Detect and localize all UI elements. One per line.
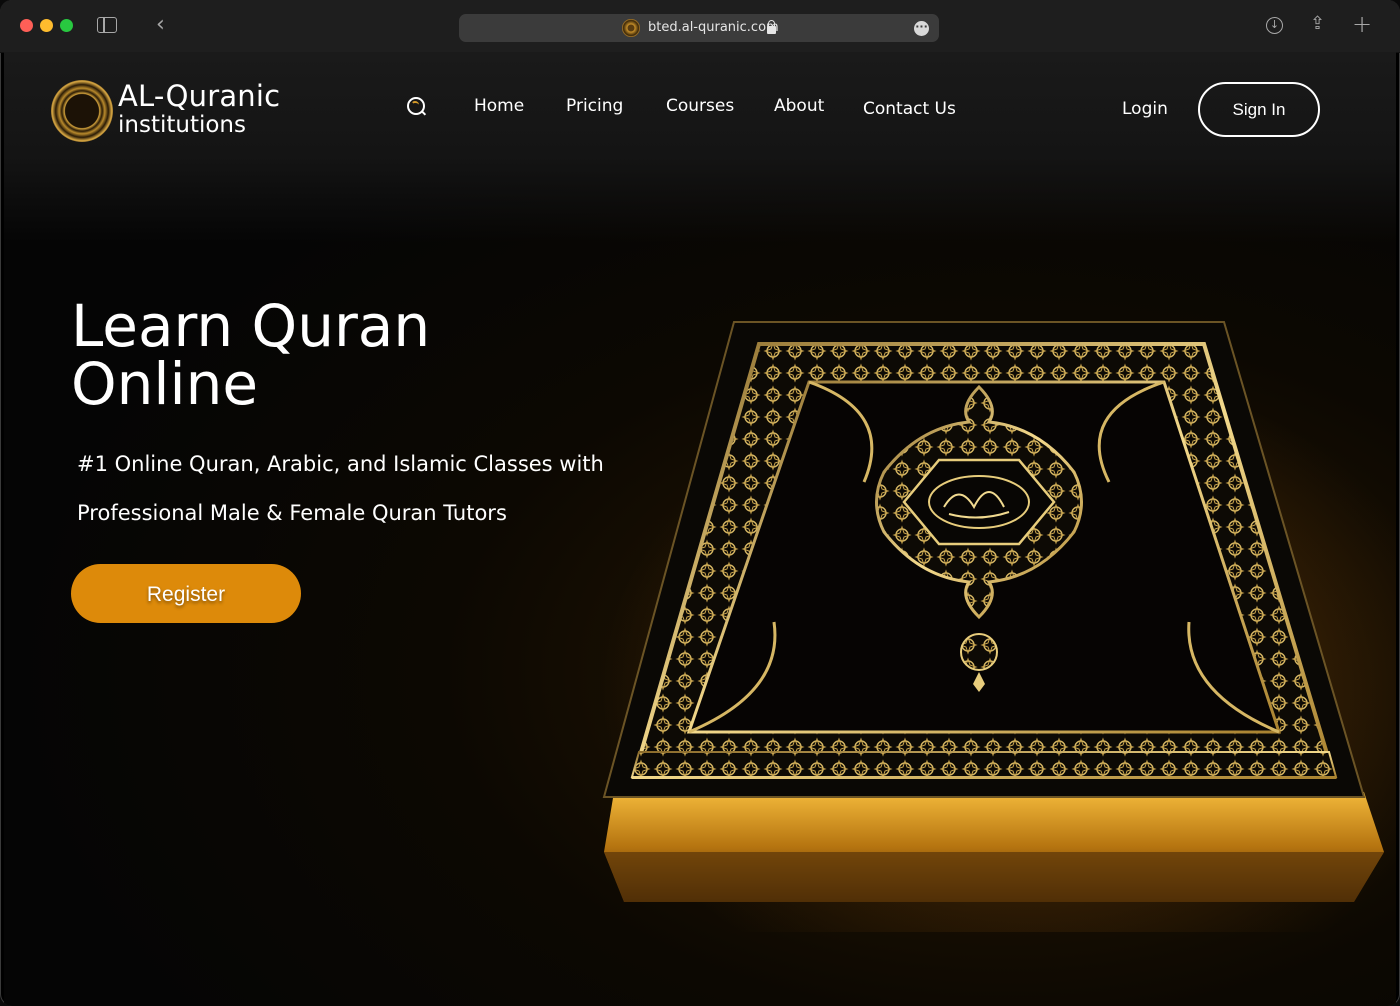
close-window-button[interactable] [20, 19, 33, 32]
url-text: bted.al-quranic.com [648, 20, 779, 35]
logo-emblem-icon[interactable] [51, 80, 113, 142]
nav-about-link[interactable]: About [774, 96, 824, 116]
share-icon[interactable]: ⇪ [1310, 13, 1325, 34]
login-link[interactable]: Login [1122, 99, 1168, 119]
browser-window: ‹ bted.al-quranic.com ··· ↓ ⇪ + AL-Quran… [0, 0, 1400, 1006]
hero-subtitle-line-2: Professional Male & Female Quran Tutors [77, 501, 507, 525]
sign-in-button[interactable]: Sign In [1198, 82, 1320, 137]
nav-home-link[interactable]: Home [474, 96, 524, 116]
quran-book-image [564, 252, 1396, 972]
hero-subtitle: #1 Online Quran, Arabic, and Islamic Cla… [77, 440, 637, 538]
lock-icon [767, 20, 776, 34]
zoom-window-button[interactable] [60, 19, 73, 32]
logo-subtitle[interactable]: institutions [118, 113, 246, 137]
hero-title: Learn Quran Online [71, 297, 611, 413]
new-tab-icon[interactable]: + [1352, 12, 1372, 36]
back-arrow-icon[interactable]: ‹ [156, 14, 165, 36]
sidebar-toggle-icon[interactable] [97, 17, 117, 33]
logo-title[interactable]: AL-Quranic [118, 80, 280, 112]
site-favicon-icon [622, 19, 640, 37]
register-button[interactable]: Register [71, 564, 301, 623]
web-page: AL-Quranic institutions Home Pricing Cou… [4, 52, 1396, 1006]
hero-subtitle-line-1: #1 Online Quran, Arabic, and Islamic Cla… [77, 452, 604, 476]
nav-courses-link[interactable]: Courses [666, 96, 734, 116]
nav-pricing-link[interactable]: Pricing [566, 96, 623, 116]
search-icon[interactable] [407, 97, 425, 115]
download-icon[interactable]: ↓ [1266, 17, 1283, 34]
address-bar[interactable]: bted.al-quranic.com ··· [459, 14, 939, 42]
hero-title-line-2: Online [71, 350, 259, 418]
minimize-window-button[interactable] [40, 19, 53, 32]
nav-contact-link[interactable]: Contact Us [863, 99, 956, 119]
quran-book-illustration [602, 321, 1384, 902]
browser-toolbar: ‹ bted.al-quranic.com ··· ↓ ⇪ + [0, 0, 1400, 53]
more-options-icon[interactable]: ··· [914, 21, 929, 36]
